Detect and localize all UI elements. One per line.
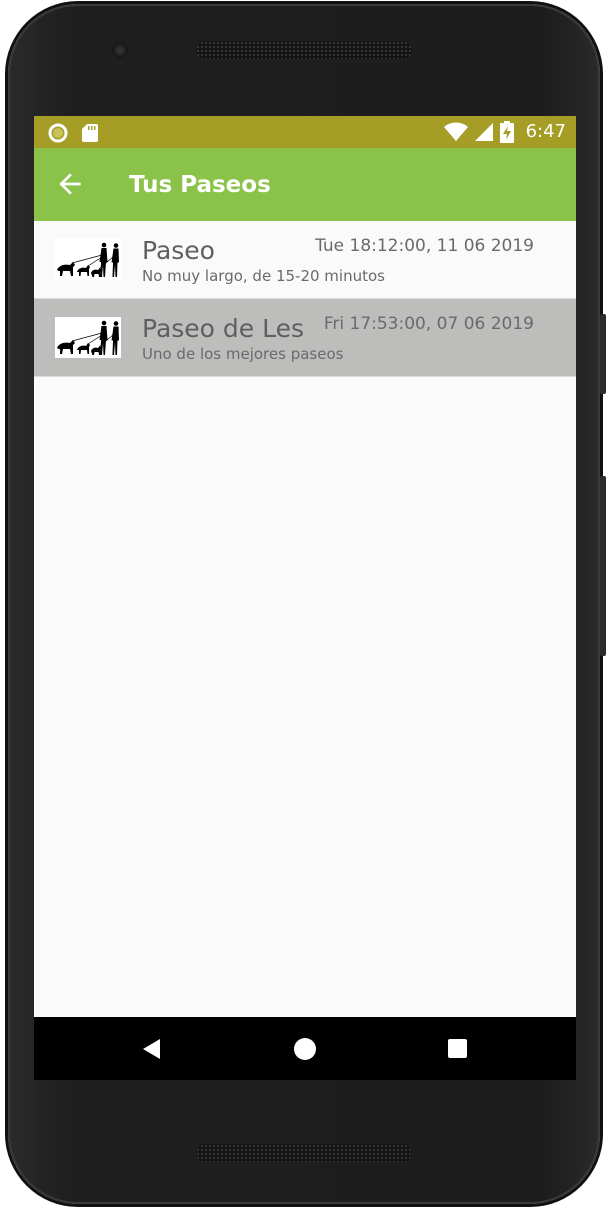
sd-card-icon bbox=[82, 124, 98, 142]
page-title: Tus Paseos bbox=[129, 172, 271, 198]
power-button[interactable] bbox=[600, 314, 606, 394]
clock: 6:47 bbox=[525, 121, 566, 142]
nav-recents-icon[interactable] bbox=[448, 1039, 467, 1058]
volume-rocker[interactable] bbox=[600, 476, 606, 656]
front-camera bbox=[112, 42, 128, 58]
walk-title: Paseo de Les bbox=[142, 314, 305, 343]
nav-home-icon[interactable] bbox=[294, 1038, 316, 1060]
system-nav-bar bbox=[34, 1017, 576, 1080]
wifi-icon bbox=[443, 122, 468, 141]
walk-title: Paseo bbox=[142, 236, 215, 265]
sync-circle-icon bbox=[48, 123, 68, 143]
nav-back-icon[interactable] bbox=[140, 1037, 164, 1061]
walk-description: No muy largo, de 15-20 minutos bbox=[142, 267, 385, 285]
status-bar: 6:47 bbox=[34, 116, 576, 148]
screen: 6:47 Tus Paseos Paseo Tue 18:12:00, 11 0… bbox=[34, 116, 576, 1080]
list-item[interactable]: Paseo Tue 18:12:00, 11 06 2019 No muy la… bbox=[34, 221, 576, 299]
dog-walkers-thumbnail bbox=[55, 239, 121, 280]
bottom-speaker bbox=[196, 1144, 412, 1162]
earpiece-speaker bbox=[196, 41, 412, 59]
app-bar: Tus Paseos bbox=[34, 148, 576, 221]
arrow-back-icon[interactable] bbox=[54, 168, 86, 200]
walks-list: Paseo Tue 18:12:00, 11 06 2019 No muy la… bbox=[34, 221, 576, 377]
walk-date: Fri 17:53:00, 07 06 2019 bbox=[323, 314, 534, 334]
walk-date: Tue 18:12:00, 11 06 2019 bbox=[315, 236, 534, 256]
list-item[interactable]: Paseo de Les Fri 17:53:00, 07 06 2019 Un… bbox=[34, 299, 576, 377]
cell-signal-icon bbox=[474, 123, 493, 141]
dog-walkers-thumbnail bbox=[55, 317, 121, 358]
battery-charging-icon bbox=[499, 121, 514, 143]
walk-description: Uno de los mejores paseos bbox=[142, 345, 344, 363]
